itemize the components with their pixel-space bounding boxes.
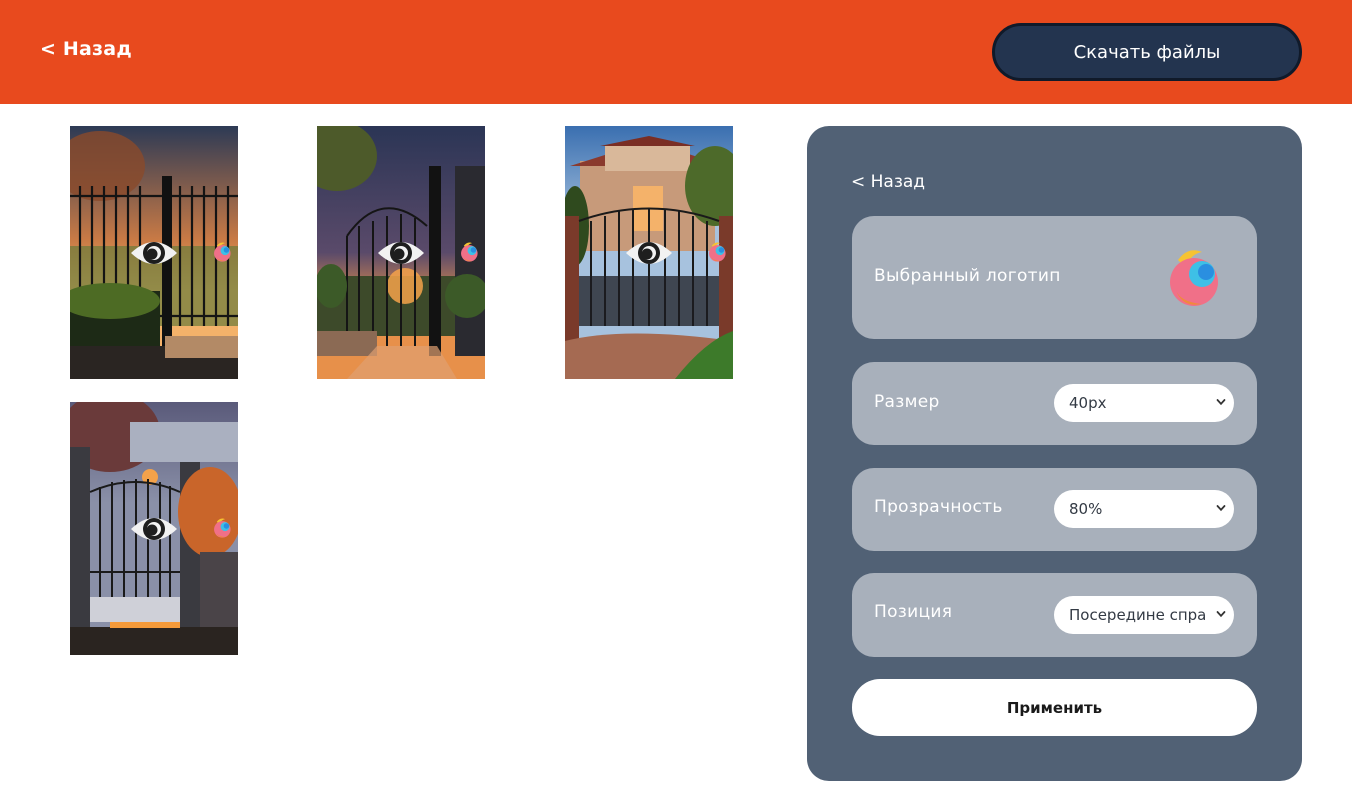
panel-back-link[interactable]: < Назад xyxy=(851,172,925,192)
position-card: Позиция Посередине справа xyxy=(852,573,1257,657)
watermark-logo-icon xyxy=(460,241,480,263)
gallery-thumbnail[interactable] xyxy=(70,126,238,379)
back-link[interactable]: < Назад xyxy=(40,38,132,60)
watermark-logo-icon xyxy=(708,241,728,263)
gallery-thumbnail[interactable] xyxy=(317,126,485,379)
watermark-logo-icon xyxy=(213,517,233,539)
eye-icon[interactable] xyxy=(376,233,426,273)
size-card: Размер 40px xyxy=(852,362,1257,445)
size-label: Размер xyxy=(874,392,940,412)
eye-icon[interactable] xyxy=(624,233,674,273)
size-select[interactable]: 40px xyxy=(1054,384,1234,422)
selected-logo-card[interactable]: Выбранный логотип xyxy=(852,216,1257,339)
chevron-down-icon xyxy=(1216,503,1226,513)
chevron-down-icon xyxy=(1216,609,1226,619)
watermark-settings-panel: < Назад Выбранный логотип Размер 40px Пр… xyxy=(807,126,1302,781)
opacity-select[interactable]: 80% xyxy=(1054,490,1234,528)
size-select-value: 40px xyxy=(1069,394,1107,412)
selected-logo-icon[interactable] xyxy=(1168,246,1224,310)
opacity-label: Прозрачность xyxy=(874,497,1003,517)
apply-button[interactable]: Применить xyxy=(852,679,1257,736)
gallery-thumbnail[interactable] xyxy=(70,402,238,655)
position-label: Позиция xyxy=(874,602,953,622)
top-bar: < Назад Скачать файлы xyxy=(0,0,1352,104)
eye-icon[interactable] xyxy=(129,509,179,549)
chevron-down-icon xyxy=(1216,397,1226,407)
eye-icon[interactable] xyxy=(129,233,179,273)
download-files-button[interactable]: Скачать файлы xyxy=(992,23,1302,81)
position-select[interactable]: Посередине справа xyxy=(1054,596,1234,634)
gallery-thumbnail[interactable] xyxy=(565,126,733,379)
watermark-logo-icon xyxy=(213,241,233,263)
selected-logo-label: Выбранный логотип xyxy=(874,266,1061,286)
opacity-card: Прозрачность 80% xyxy=(852,468,1257,551)
opacity-select-value: 80% xyxy=(1069,500,1103,518)
position-select-value: Посередине справа xyxy=(1069,606,1205,624)
